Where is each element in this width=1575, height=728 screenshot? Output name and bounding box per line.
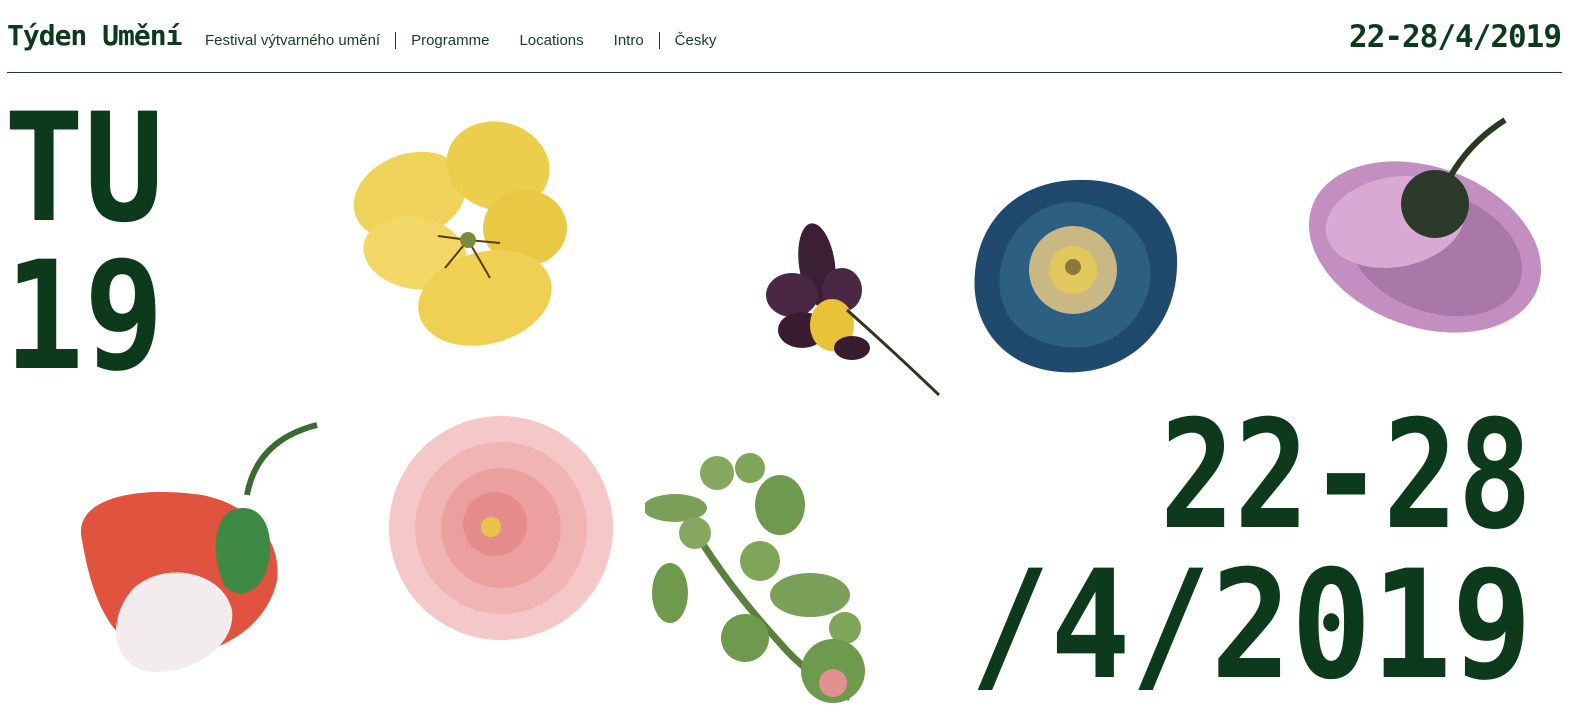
hero-date: 22-28 /4/2019: [970, 395, 1532, 690]
red-white-flower-image: [80, 422, 318, 672]
nav-festival-link[interactable]: Festival výtvarného umění: [205, 32, 380, 49]
hero-date-line-2: /4/2019: [970, 539, 1532, 690]
nav-locations-link[interactable]: Locations: [519, 32, 583, 49]
hero-date-line-1: 22-28: [1160, 395, 1532, 563]
site-logo[interactable]: Týden Umění: [7, 14, 182, 58]
nav-divider: [395, 31, 397, 49]
main-nav: Festival výtvarného umění Programme Loca…: [205, 28, 716, 52]
header-divider: [7, 72, 1562, 73]
tu19-logo: TU 19: [4, 82, 164, 380]
pink-camellia-image: [389, 416, 613, 640]
yellow-pansy-image: [353, 121, 567, 346]
nav-divider: [658, 31, 660, 49]
language-switch-link[interactable]: Česky: [675, 32, 717, 49]
nav-programme-link[interactable]: Programme: [411, 32, 489, 49]
logo-line-2: 19: [4, 230, 164, 380]
purple-violet-image: [766, 223, 941, 397]
festival-date: 22-28/4/2019: [1349, 19, 1562, 55]
pink-carnation-image: [1308, 117, 1542, 333]
green-buds-branch-image: [645, 453, 865, 703]
blue-morning-glory-image: [974, 179, 1178, 373]
nav-intro-link[interactable]: Intro: [614, 32, 644, 49]
